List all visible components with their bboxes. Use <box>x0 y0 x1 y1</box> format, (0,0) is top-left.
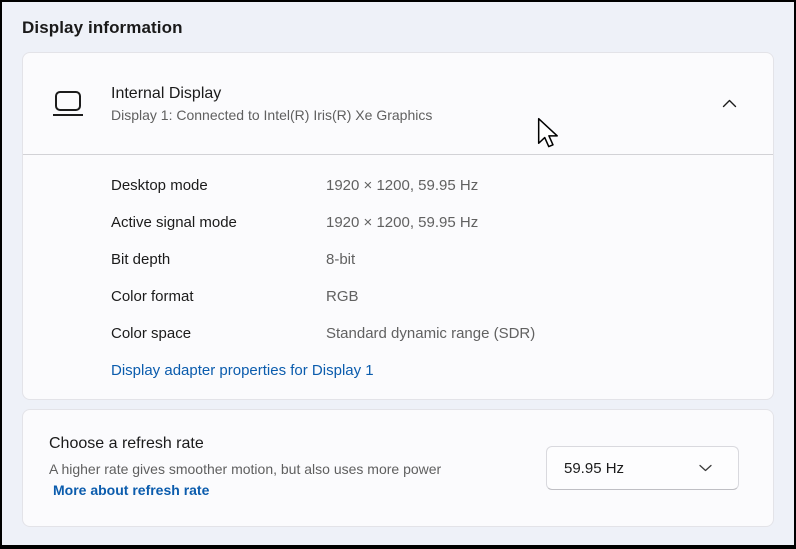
collapse-button[interactable] <box>720 97 739 110</box>
refresh-rate-dropdown-value: 59.95 Hz <box>564 460 624 477</box>
detail-value: RGB <box>326 288 359 305</box>
refresh-rate-description-text: A higher rate gives smoother motion, but… <box>49 461 441 477</box>
display-adapter-properties-link[interactable]: Display adapter properties for Display 1 <box>111 362 374 379</box>
display-subtitle: Display 1: Connected to Intel(R) Iris(R)… <box>111 107 720 123</box>
refresh-rate-description: A higher rate gives smoother motion, but… <box>49 459 457 501</box>
detail-value: 1920 × 1200, 59.95 Hz <box>326 214 478 231</box>
display-title: Internal Display <box>111 85 720 103</box>
display-information-card: Internal Display Display 1: Connected to… <box>22 52 774 400</box>
detail-row-desktop-mode: Desktop mode 1920 × 1200, 59.95 Hz <box>111 167 773 204</box>
detail-value: Standard dynamic range (SDR) <box>326 325 535 342</box>
detail-row-color-format: Color format RGB <box>111 278 773 315</box>
refresh-rate-card: Choose a refresh rate A higher rate give… <box>22 409 774 527</box>
more-about-refresh-rate-link[interactable]: More about refresh rate <box>53 482 209 498</box>
refresh-rate-title: Choose a refresh rate <box>49 435 457 453</box>
refresh-rate-text: Choose a refresh rate A higher rate give… <box>49 435 457 501</box>
chevron-down-icon <box>699 464 712 472</box>
detail-label: Desktop mode <box>111 177 326 194</box>
detail-value: 8-bit <box>326 251 355 268</box>
chevron-up-icon <box>722 99 737 108</box>
detail-label: Bit depth <box>111 251 326 268</box>
display-expander-header[interactable]: Internal Display Display 1: Connected to… <box>23 53 773 154</box>
laptop-icon <box>53 90 83 117</box>
page-title: Display information <box>22 18 794 38</box>
detail-row-color-space: Color space Standard dynamic range (SDR) <box>111 315 773 352</box>
detail-label: Color space <box>111 325 326 342</box>
refresh-rate-dropdown[interactable]: 59.95 Hz <box>546 446 739 490</box>
display-settings-page: { "page": { "title": "Display informatio… <box>0 0 796 549</box>
detail-value: 1920 × 1200, 59.95 Hz <box>326 177 478 194</box>
adapter-link-row: Display adapter properties for Display 1 <box>111 352 773 389</box>
display-details-list: Desktop mode 1920 × 1200, 59.95 Hz Activ… <box>23 155 773 389</box>
detail-row-active-signal-mode: Active signal mode 1920 × 1200, 59.95 Hz <box>111 204 773 241</box>
detail-row-bit-depth: Bit depth 8-bit <box>111 241 773 278</box>
detail-label: Active signal mode <box>111 214 326 231</box>
detail-label: Color format <box>111 288 326 305</box>
display-expander-text: Internal Display Display 1: Connected to… <box>111 85 720 123</box>
